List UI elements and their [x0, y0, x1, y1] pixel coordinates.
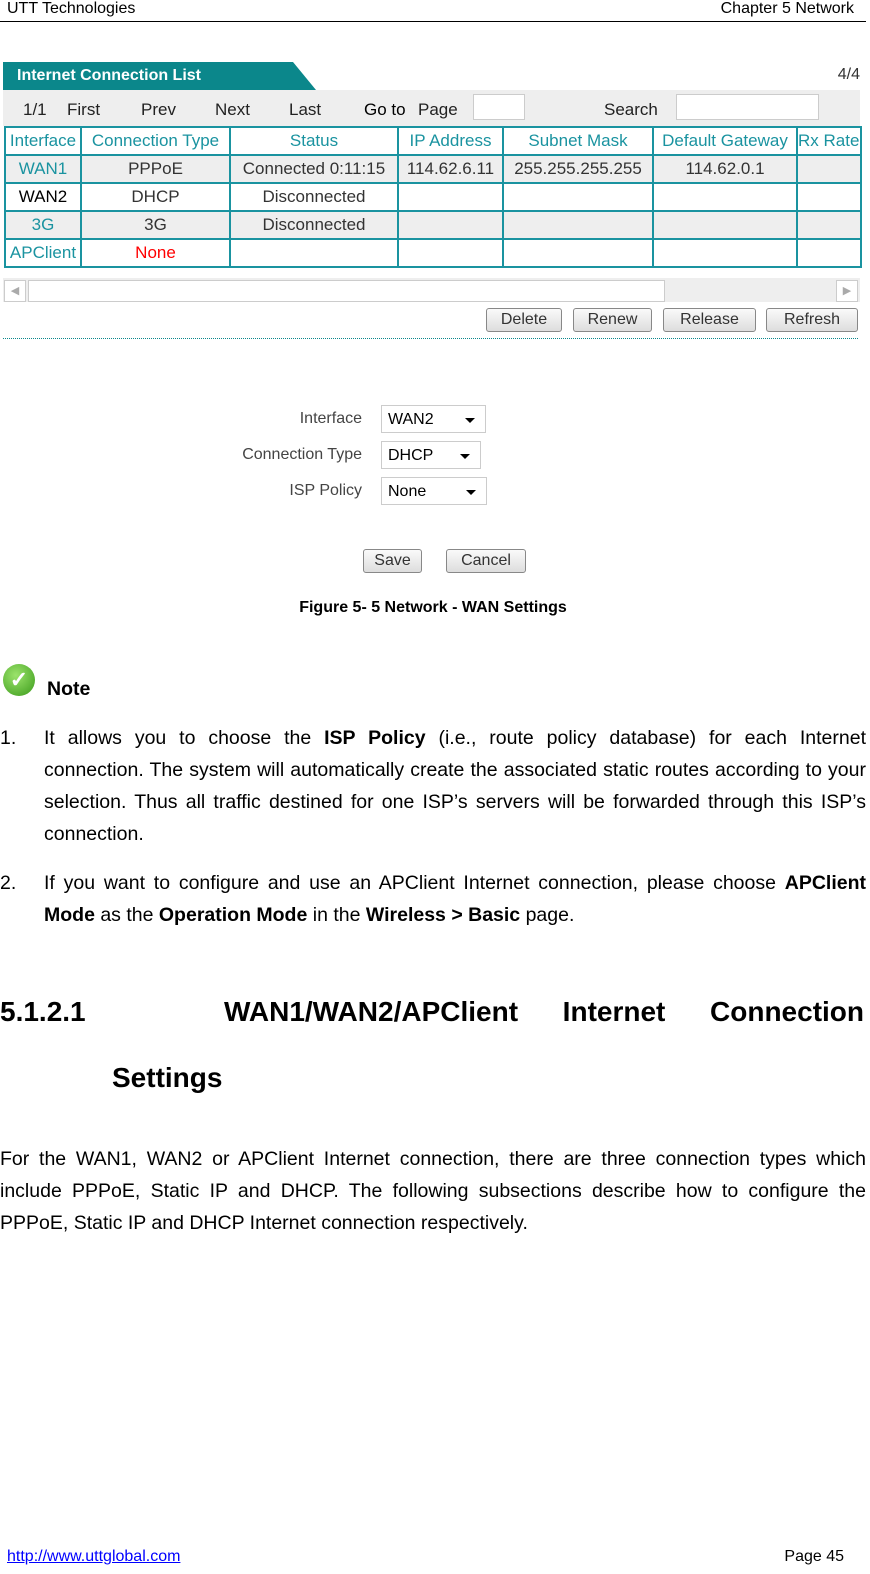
divider	[3, 338, 858, 339]
bold-term: ISP Policy	[324, 727, 426, 749]
table-row[interactable]: WAN2 DHCP Disconnected	[4, 182, 862, 212]
cell-type: None	[80, 238, 231, 268]
item-number: 2.	[0, 872, 17, 894]
text: If you want to configure and use an APCl…	[44, 872, 785, 894]
page-input[interactable]	[473, 94, 525, 120]
search-input[interactable]	[676, 94, 819, 120]
page-indicator: 1/1	[23, 100, 47, 119]
cancel-button[interactable]: Cancel	[446, 549, 526, 573]
item-number: 1.	[0, 727, 17, 749]
record-count: 4/4	[837, 66, 860, 83]
search-label: Search	[604, 100, 658, 119]
table-row[interactable]: 3G 3G Disconnected	[4, 210, 862, 240]
cell-mask	[502, 210, 654, 240]
cell-status: Connected 0:11:15	[229, 154, 399, 184]
connection-type-label: Connection Type	[242, 446, 362, 463]
cell-rx	[796, 182, 862, 212]
cell-type: DHCP	[80, 182, 231, 212]
list-title: Internet Connection List	[3, 62, 316, 90]
section-title: WAN1/WAN2/APClient Internet Connection	[224, 996, 864, 1027]
cell-ip	[397, 238, 504, 268]
body-paragraph: For the WAN1, WAN2 or APClient Internet …	[0, 1148, 866, 1234]
section-title-cont: Settings	[112, 1062, 223, 1093]
cell-status: Disconnected	[229, 210, 399, 240]
text: in the	[307, 904, 366, 926]
cell-type: 3G	[80, 210, 231, 240]
cell-mask: 255.255.255.255	[502, 154, 654, 184]
col-ip-address[interactable]: IP Address	[397, 126, 504, 156]
cell-mask	[502, 182, 654, 212]
interface-link[interactable]: WAN2	[4, 182, 82, 212]
delete-button[interactable]: Delete	[486, 308, 562, 332]
bold-term: Wireless > Basic	[365, 904, 521, 926]
cell-rx	[796, 238, 862, 268]
col-default-gateway[interactable]: Default Gateway	[652, 126, 798, 156]
interface-link[interactable]: 3G	[4, 210, 82, 240]
bold-term: Operation Mode	[158, 904, 308, 926]
cell-gateway	[652, 238, 798, 268]
text: page.	[520, 904, 575, 926]
cell-status	[229, 238, 399, 268]
table-header-row: Interface Connection Type Status IP Addr…	[4, 126, 862, 156]
cell-ip	[397, 210, 504, 240]
connection-type-select[interactable]: DHCP	[381, 441, 481, 469]
scroll-thumb[interactable]	[28, 280, 665, 302]
first-link[interactable]: First	[67, 100, 100, 120]
cell-gateway: 114.62.0.1	[652, 154, 798, 184]
isp-policy-label: ISP Policy	[289, 482, 362, 499]
cell-type: PPPoE	[80, 154, 231, 184]
chapter-title: Chapter 5 Network	[720, 0, 854, 17]
scroll-right-icon[interactable]: ▶	[836, 280, 858, 302]
isp-policy-select[interactable]: None	[381, 477, 487, 505]
note-item-2: 2. If you want to configure and use an A…	[0, 867, 866, 931]
next-link[interactable]: Next	[215, 100, 250, 120]
cell-rx	[796, 210, 862, 240]
col-rx-rate[interactable]: Rx Rate	[796, 126, 862, 156]
cell-status: Disconnected	[229, 182, 399, 212]
connection-table: Interface Connection Type Status IP Addr…	[4, 126, 862, 268]
col-connection-type[interactable]: Connection Type	[80, 126, 231, 156]
website-link[interactable]: http://www.uttglobal.com	[7, 1548, 180, 1566]
figure-caption: Figure 5- 5 Network - WAN Settings	[299, 599, 567, 616]
scroll-left-icon[interactable]: ◀	[4, 280, 26, 302]
note-item-1: 1. It allows you to choose the ISP Polic…	[0, 722, 866, 850]
last-link[interactable]: Last	[289, 100, 321, 120]
company-name: UTT Technologies	[7, 0, 136, 17]
cell-mask	[502, 238, 654, 268]
table-row[interactable]: APClient None	[4, 238, 862, 268]
section-number: 5.1.2.1	[0, 996, 86, 1027]
interface-link[interactable]: APClient	[4, 238, 82, 268]
release-button[interactable]: Release	[663, 308, 756, 332]
page-header: UTT Technologies Chapter 5 Network	[0, 0, 866, 22]
interface-label: Interface	[299, 410, 362, 427]
prev-link[interactable]: Prev	[141, 100, 176, 120]
cell-ip: 114.62.6.11	[397, 154, 504, 184]
table-row[interactable]: WAN1 PPPoE Connected 0:11:15 114.62.6.11…	[4, 154, 862, 184]
text: It allows you to choose the	[44, 727, 325, 749]
horizontal-scrollbar[interactable]: ◀ ▶	[3, 278, 860, 302]
text: as the	[94, 904, 159, 926]
col-subnet-mask[interactable]: Subnet Mask	[502, 126, 654, 156]
cell-gateway	[652, 210, 798, 240]
col-status[interactable]: Status	[229, 126, 399, 156]
note-title: Note	[47, 678, 91, 700]
refresh-button[interactable]: Refresh	[766, 308, 858, 332]
page-number: Page 45	[784, 1548, 844, 1565]
cell-gateway	[652, 182, 798, 212]
cell-rx	[796, 154, 862, 184]
goto-label[interactable]: Go to	[364, 100, 406, 120]
renew-button[interactable]: Renew	[573, 308, 652, 332]
col-interface[interactable]: Interface	[4, 126, 82, 156]
page-label: Page	[418, 100, 458, 119]
cell-ip	[397, 182, 504, 212]
interface-link[interactable]: WAN1	[4, 154, 82, 184]
interface-select[interactable]: WAN2	[381, 405, 486, 433]
save-button[interactable]: Save	[363, 549, 422, 573]
pagination-bar: 1/1 First Prev Next Last Go to Page Sear…	[3, 90, 860, 126]
checkmark-icon: ✓	[3, 664, 35, 696]
